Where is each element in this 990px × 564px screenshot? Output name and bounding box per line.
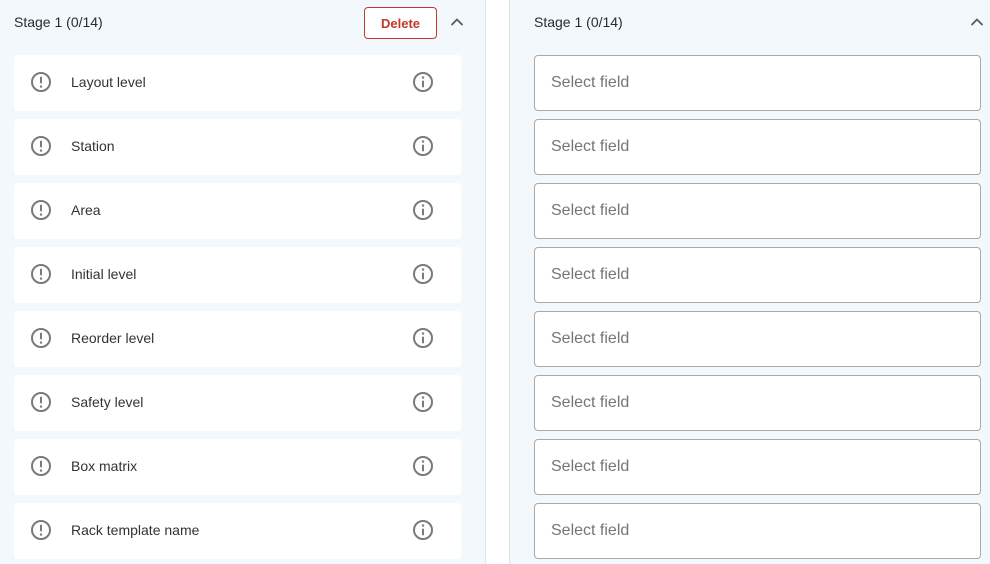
info-icon[interactable] [412, 135, 434, 157]
warning-circle-icon [31, 136, 51, 156]
chevron-up-icon[interactable] [448, 13, 466, 31]
select-field-dropdown[interactable]: Select field [534, 311, 981, 367]
info-icon[interactable] [412, 327, 434, 349]
warning-circle-icon [31, 520, 51, 540]
info-icon[interactable] [412, 519, 434, 541]
select-field-dropdown[interactable]: Select field [534, 247, 981, 303]
select-field-dropdown[interactable]: Select field [534, 55, 981, 111]
stage-mapping-view: Stage 1 (0/14) Delete Layout level Stati… [0, 0, 990, 564]
field-row-label: Initial level [71, 266, 137, 282]
warning-circle-icon [31, 456, 51, 476]
field-row-label: Safety level [71, 394, 144, 410]
select-field-placeholder: Select field [551, 522, 630, 539]
stage-title: Stage 1 (0/14) [14, 14, 103, 30]
right-stage-panel: Stage 1 (0/14) Select field Select field… [509, 0, 990, 564]
stage-title: Stage 1 (0/14) [534, 14, 623, 30]
info-icon[interactable] [412, 391, 434, 413]
select-field-placeholder: Select field [551, 138, 630, 155]
select-field-placeholder: Select field [551, 202, 630, 219]
left-stage-header: Stage 1 (0/14) Delete [0, 0, 485, 44]
field-row-layout-level: Layout level [14, 55, 461, 111]
select-field-placeholder: Select field [551, 330, 630, 347]
info-icon[interactable] [412, 199, 434, 221]
info-icon[interactable] [412, 263, 434, 285]
delete-button[interactable]: Delete [364, 7, 437, 39]
select-field-dropdown[interactable]: Select field [534, 119, 981, 175]
select-field-dropdown[interactable]: Select field [534, 503, 981, 559]
select-field-placeholder: Select field [551, 266, 630, 283]
field-row-label: Reorder level [71, 330, 155, 346]
field-row-box-matrix: Box matrix [14, 439, 461, 495]
field-row-label: Box matrix [71, 458, 138, 474]
select-field-dropdown[interactable]: Select field [534, 375, 981, 431]
left-stage-panel: Stage 1 (0/14) Delete Layout level Stati… [0, 0, 486, 564]
chevron-up-icon[interactable] [968, 13, 986, 31]
field-row-area: Area [14, 183, 461, 239]
select-field-placeholder: Select field [551, 74, 630, 91]
field-row-label: Area [71, 202, 101, 218]
field-row-initial-level: Initial level [14, 247, 461, 303]
field-row-station: Station [14, 119, 461, 175]
info-icon[interactable] [412, 71, 434, 93]
warning-circle-icon [31, 72, 51, 92]
field-row-label: Layout level [71, 74, 146, 90]
field-row-safety-level: Safety level [14, 375, 461, 431]
warning-circle-icon [31, 200, 51, 220]
select-field-dropdown[interactable]: Select field [534, 183, 981, 239]
field-row-label: Rack template name [71, 522, 200, 538]
warning-circle-icon [31, 392, 51, 412]
field-row-label: Station [71, 138, 115, 154]
warning-circle-icon [31, 328, 51, 348]
info-icon[interactable] [412, 455, 434, 477]
warning-circle-icon [31, 264, 51, 284]
field-row-rack-template-name: Rack template name [14, 503, 461, 559]
field-row-reorder-level: Reorder level [14, 311, 461, 367]
select-field-dropdown[interactable]: Select field [534, 439, 981, 495]
right-stage-header: Stage 1 (0/14) [510, 0, 990, 44]
select-field-placeholder: Select field [551, 394, 630, 411]
select-field-placeholder: Select field [551, 458, 630, 475]
